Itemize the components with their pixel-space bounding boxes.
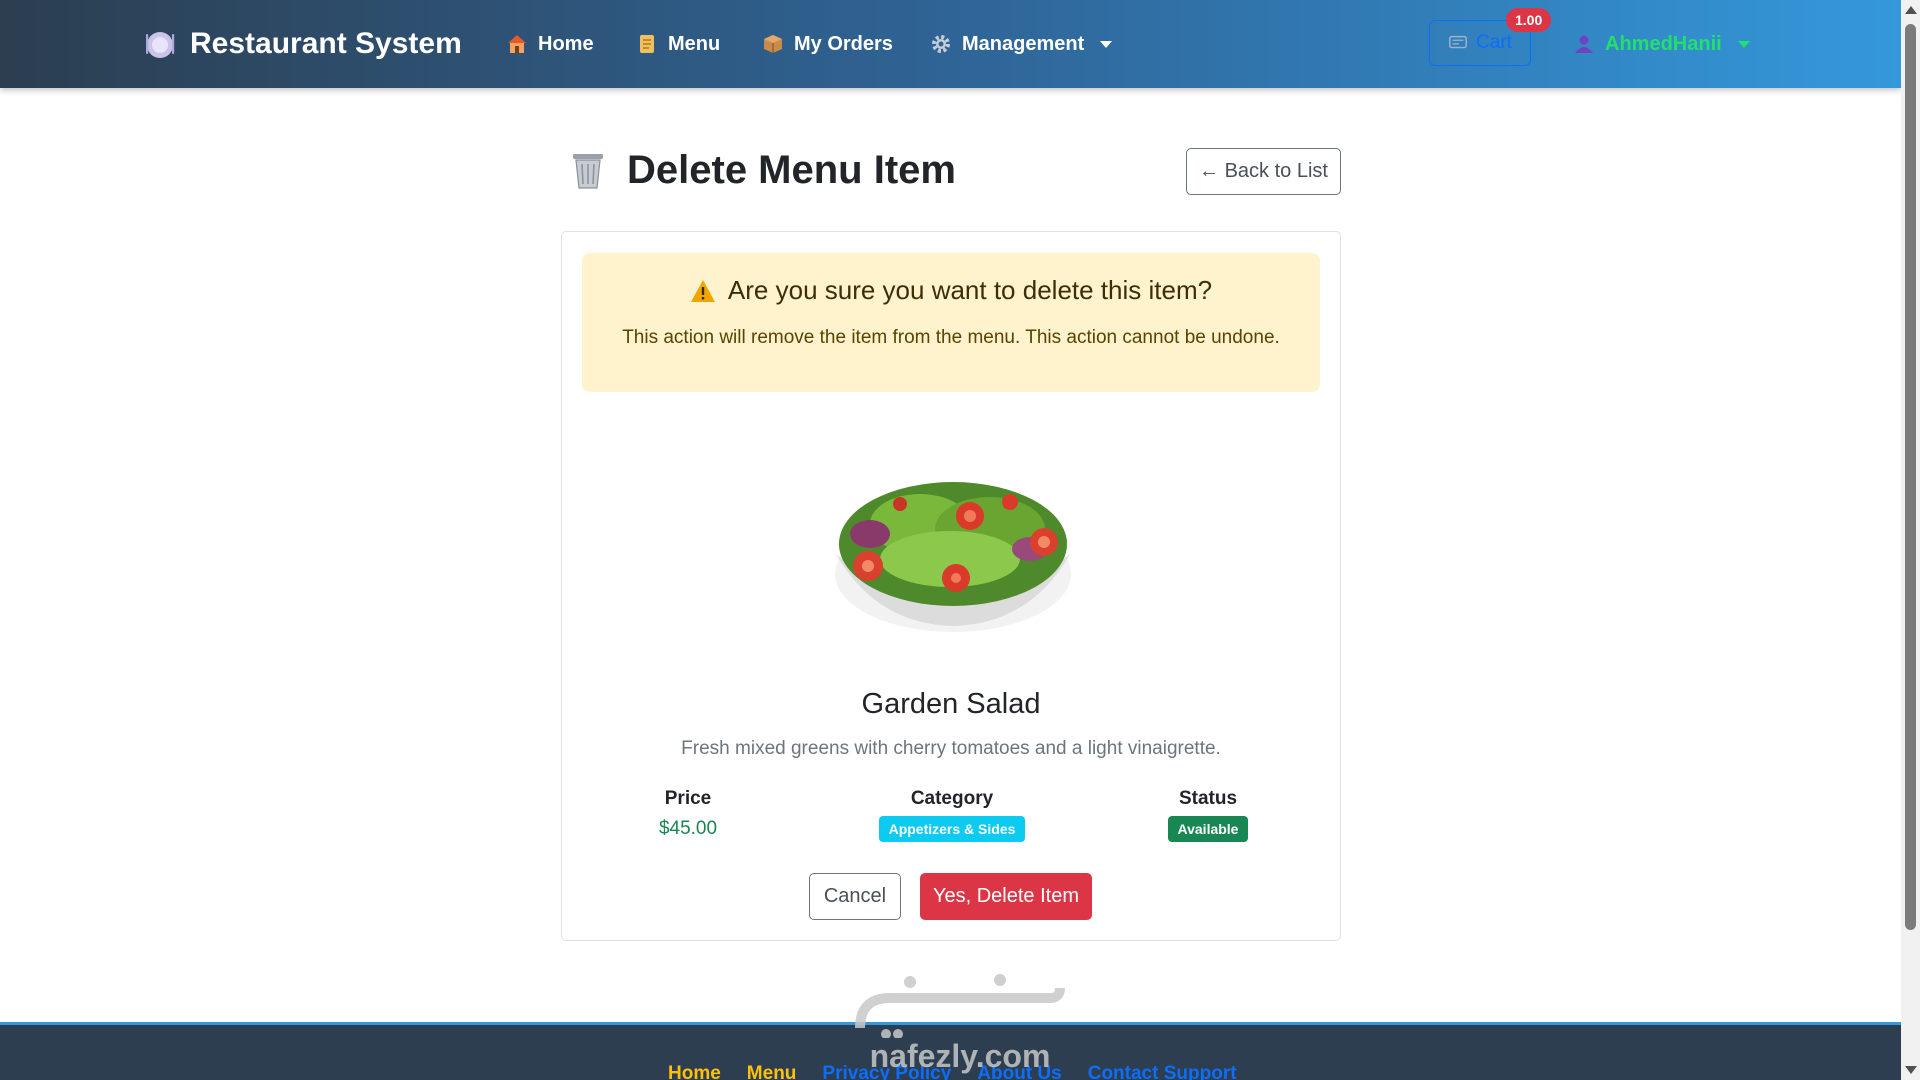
chevron-down-icon [1100, 40, 1113, 48]
page-scrollbar[interactable] [1901, 0, 1920, 1080]
user-dropdown[interactable]: AhmedHanii [1573, 26, 1750, 62]
nav-management-label: Management [962, 32, 1085, 55]
nav-menu[interactable]: Menu [636, 26, 720, 62]
cart-label: Cart [1476, 32, 1512, 53]
delete-confirmation-card: Are you sure you want to delete this ite… [561, 231, 1341, 941]
alert-heading: Are you sure you want to delete this ite… [582, 275, 1320, 306]
page-title: Delete Menu Item [567, 144, 956, 196]
brand-link[interactable]: Restaurant System [144, 22, 462, 66]
page-title-text: Delete Menu Item [627, 147, 956, 192]
scroll-icon [640, 35, 654, 53]
confirm-delete-button[interactable]: Yes, Delete Item [920, 873, 1092, 920]
footer-link-home[interactable]: Home [668, 1063, 721, 1080]
plate-icon [146, 32, 175, 58]
status-stat: Status Available [1108, 788, 1308, 842]
top-navbar: Restaurant System Home Menu My Orders Ma… [0, 0, 1901, 88]
category-stat: Category Appetizers & Sides [852, 788, 1052, 842]
status-badge: Available [1167, 816, 1249, 842]
scroll-up-arrow-icon[interactable] [1905, 6, 1917, 14]
price-stat: Price $45.00 [588, 788, 788, 840]
cancel-button[interactable]: Cancel [809, 873, 901, 920]
nav-management-dropdown[interactable]: Management [930, 26, 1113, 62]
nav-home[interactable]: Home [506, 26, 594, 62]
footer-link-menu[interactable]: Menu [747, 1063, 797, 1080]
price-value: $45.00 [658, 818, 718, 839]
alert-title-text: Are you sure you want to delete this ite… [727, 275, 1213, 305]
warning-icon [690, 279, 715, 302]
item-name: Garden Salad [861, 688, 1041, 720]
scroll-thumb[interactable] [1905, 24, 1916, 930]
category-badge: Appetizers & Sides [878, 816, 1026, 842]
trash-icon [573, 154, 603, 189]
nav-home-label: Home [538, 32, 594, 55]
watermark: nafezly.com [850, 968, 1070, 1080]
user-name: AhmedHanii [1605, 32, 1722, 55]
gear-icon [932, 35, 950, 53]
watermark-text: nafezly.com [869, 1038, 1051, 1074]
salad-image [835, 482, 1071, 632]
user-icon [1575, 35, 1593, 53]
watermark-logo [855, 974, 1065, 1039]
footer-link-contact[interactable]: Contact Support [1088, 1063, 1237, 1080]
scroll-down-arrow-icon[interactable] [1905, 1066, 1917, 1074]
warning-alert: Are you sure you want to delete this ite… [582, 253, 1320, 392]
nav-menu-label: Menu [668, 32, 721, 55]
nav-my-orders[interactable]: My Orders [762, 26, 893, 62]
nav-my-orders-label: My Orders [794, 32, 893, 55]
back-to-list-button[interactable]: ← Back to List [1186, 148, 1341, 195]
item-description: Fresh mixed greens with cherry tomatoes … [681, 738, 1221, 759]
brand-name: Restaurant System [190, 27, 462, 60]
house-icon [508, 35, 526, 53]
chevron-down-icon [1737, 40, 1750, 48]
package-icon [764, 35, 782, 53]
category-label: Category [910, 788, 994, 809]
price-label: Price [664, 788, 712, 809]
alert-message: This action will remove the item from th… [622, 327, 1280, 348]
status-label: Status [1178, 788, 1238, 809]
cart-icon [1449, 35, 1467, 49]
cart-count-badge: 1.00 [1506, 8, 1552, 32]
